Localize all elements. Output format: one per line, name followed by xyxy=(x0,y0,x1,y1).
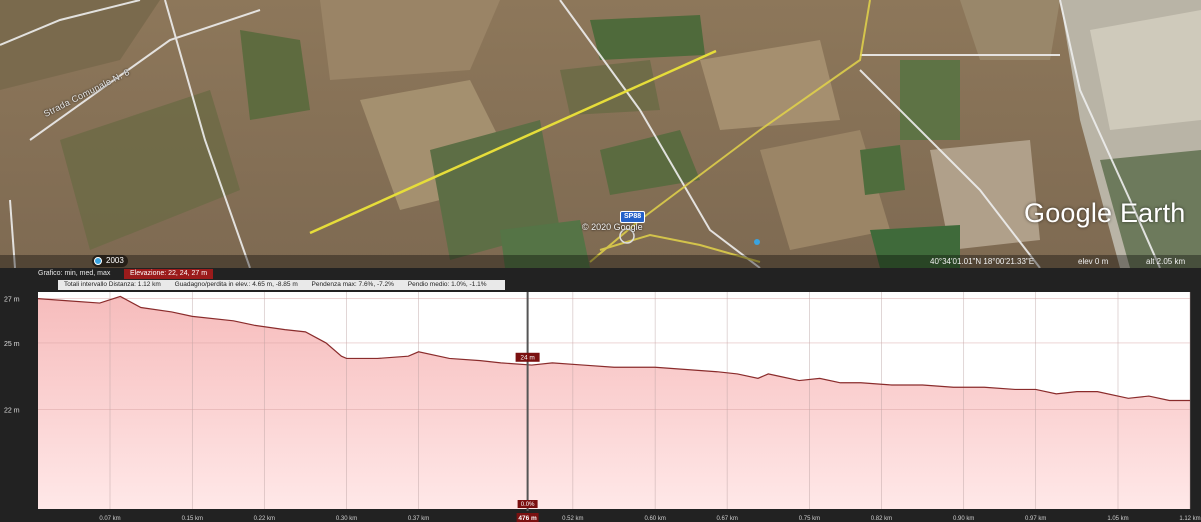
x-tick-label: 0.97 km xyxy=(1025,516,1046,522)
x-tick-label: 1.05 km xyxy=(1107,516,1128,522)
clock-icon xyxy=(94,257,102,265)
historical-imagery-year[interactable]: 2003 xyxy=(92,255,128,267)
x-tick-label: 0.75 km xyxy=(799,516,820,522)
elevation-profile-panel: Grafico: min, med, max Elevazione: 22, 2… xyxy=(0,268,1201,522)
satellite-map-view[interactable]: Strada Comunale N. 8 © 2020 Google SP88 … xyxy=(0,0,1201,268)
cursor-elevation-label: 24 m xyxy=(520,354,534,361)
y-tick-label: 22 m xyxy=(4,407,20,414)
road-number-badge: SP88 xyxy=(620,211,646,223)
x-tick-label: 0.52 km xyxy=(562,516,583,522)
map-status-bar: 40°34'01.01"N 18°00'21.33"E elev 0 m alt… xyxy=(0,255,1201,268)
x-tick-label: 0.07 km xyxy=(99,516,120,522)
cursor-distance-label: 476 m xyxy=(518,515,537,522)
cursor-slope-label: 0.0% xyxy=(521,502,535,508)
map-copyright: © 2020 Google xyxy=(582,222,643,232)
x-tick-label: 0.22 km xyxy=(254,516,275,522)
elevation-profile-chart[interactable]: 27 m 25 m 22 m 0.07 km 0.15 km 0.22 km 0.30 km… xyxy=(0,268,1201,522)
x-tick-label: 0.90 km xyxy=(953,516,974,522)
eye-altitude: alt 2.05 km xyxy=(1146,257,1186,266)
cursor-coordinates: 40°34'01.01"N 18°00'21.33"E xyxy=(930,257,1035,266)
google-earth-logo: Google Earth xyxy=(1024,198,1186,228)
x-tick-label: 0.67 km xyxy=(716,516,737,522)
imagery-year-label: 2003 xyxy=(106,256,124,265)
y-tick-label: 25 m xyxy=(4,341,20,348)
x-tick-label: 0.37 km xyxy=(408,516,429,522)
ground-elevation: elev 0 m xyxy=(1078,257,1109,266)
x-tick-label: 0.60 km xyxy=(644,516,665,522)
x-tick-label: 0.30 km xyxy=(336,516,357,522)
x-tick-label: 0.15 km xyxy=(182,516,203,522)
y-tick-label: 27 m xyxy=(4,297,20,304)
x-tick-label: 0.82 km xyxy=(871,516,892,522)
x-tick-label: 1.12 km xyxy=(1179,516,1200,522)
